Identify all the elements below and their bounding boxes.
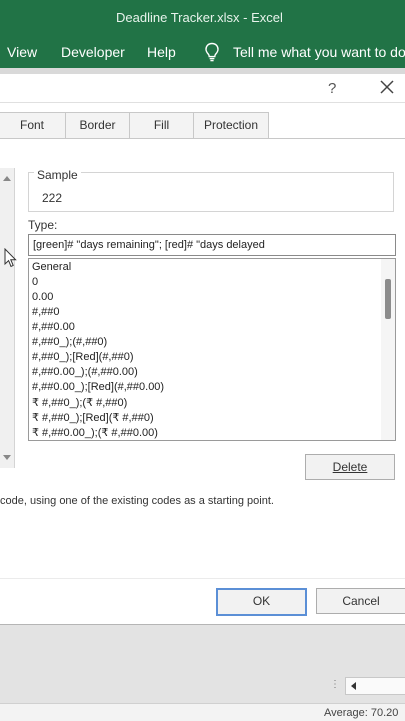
help-icon[interactable]: ? — [328, 80, 336, 97]
tab-protection[interactable]: Protection — [193, 112, 269, 138]
format-code-item[interactable]: ₹ #,##0.00_);(₹ #,##0.00) — [32, 426, 158, 439]
sample-label: Sample — [34, 168, 81, 182]
header-divider — [0, 102, 405, 103]
sheet-tab-splitter[interactable]: ⋮ — [330, 679, 340, 690]
scroll-thumb[interactable] — [385, 279, 391, 319]
status-average: Average: 70.20 — [324, 707, 399, 719]
window-title: Deadline Tracker.xlsx - Excel — [116, 10, 283, 25]
tab-font[interactable]: Font — [0, 112, 66, 138]
title-bar: Deadline Tracker.xlsx - Excel — [0, 0, 405, 36]
format-code-item[interactable]: #,##0.00_);(#,##0.00) — [32, 366, 138, 378]
format-code-item[interactable]: General — [32, 261, 71, 273]
format-code-item[interactable]: #,##0_);[Red](#,##0) — [32, 351, 134, 363]
format-code-item[interactable]: 0.00 — [32, 291, 53, 303]
scroll-down-icon[interactable] — [3, 455, 11, 460]
status-bar: Average: 70.20 — [0, 703, 405, 721]
tab-fill[interactable]: Fill — [129, 112, 194, 138]
ribbon-bar: View Developer Help Tell me what you wan… — [0, 36, 405, 68]
format-code-item[interactable]: #,##0.00 — [32, 321, 75, 333]
format-code-item[interactable]: ₹ #,##0_);(₹ #,##0) — [32, 396, 127, 409]
lightbulb-icon[interactable] — [204, 42, 220, 62]
tab-border[interactable]: Border — [65, 112, 130, 138]
type-label: Type: — [28, 218, 58, 232]
cancel-button[interactable]: Cancel — [316, 588, 405, 614]
format-list-scrollbar[interactable] — [381, 259, 395, 440]
ribbon-tab-developer[interactable]: Developer — [61, 44, 125, 60]
scroll-left-icon[interactable] — [351, 682, 356, 690]
format-code-item[interactable]: 0 — [32, 276, 38, 288]
format-code-item[interactable]: #,##0 — [32, 306, 60, 318]
mouse-cursor-icon — [4, 248, 17, 268]
format-code-list[interactable]: General 0 0.00 #,##0 #,##0.00 #,##0_);(#,##0)… — [28, 258, 396, 441]
ribbon-tab-help[interactable]: Help — [147, 44, 176, 60]
worksheet-area: ⋮ Average: 70.20 — [0, 625, 405, 721]
horizontal-scrollbar[interactable] — [345, 677, 405, 695]
format-code-item[interactable]: #,##0.00_);[Red](#,##0.00) — [32, 381, 164, 393]
close-icon[interactable] — [378, 78, 396, 96]
format-cells-dialog: ? Font Border Fill Protection Sample 222… — [0, 74, 405, 625]
category-scrollbar[interactable] — [0, 168, 15, 468]
type-input[interactable]: [green]# "days remaining"; [red]# "days … — [28, 234, 396, 256]
format-code-item[interactable]: ₹ #,##0_);[Red](₹ #,##0) — [32, 411, 154, 424]
ribbon-tab-view[interactable]: View — [7, 44, 37, 60]
sample-box — [28, 172, 394, 212]
sample-value: 222 — [42, 191, 63, 205]
footer-divider — [0, 578, 405, 579]
type-description: code, using one of the existing codes as… — [0, 495, 274, 507]
delete-button[interactable]: Delete — [305, 454, 395, 480]
dialog-tabs: Font Border Fill Protection — [0, 112, 405, 139]
scroll-up-icon[interactable] — [3, 176, 11, 181]
format-code-item[interactable]: #,##0_);(#,##0) — [32, 336, 107, 348]
ok-button[interactable]: OK — [216, 588, 307, 616]
tell-me-search[interactable]: Tell me what you want to do — [233, 44, 405, 60]
